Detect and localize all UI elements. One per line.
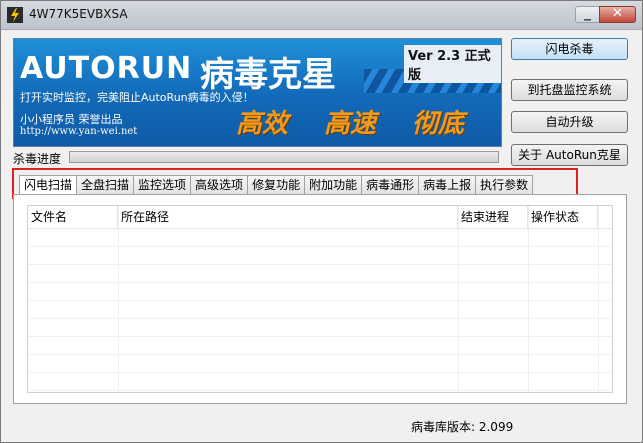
column-divider — [118, 206, 119, 392]
tab-full-scan[interactable]: 全盘扫描 — [76, 175, 135, 195]
column-divider — [598, 206, 599, 392]
tab-panel: 文件名 所在路径 结束进程 操作状态 — [13, 194, 627, 404]
row-divider — [28, 264, 612, 265]
tab-strip: 闪电扫描 全盘扫描 监控选项 高级选项 修复功能 附加功能 病毒通形 病毒上报 … — [19, 175, 534, 195]
main-window: 4W77K5EVBXSA _ ✕ AUTORUN 病毒克星 Ver 2.3 正式… — [0, 0, 643, 443]
tab-advanced-options[interactable]: 高级选项 — [190, 175, 249, 195]
column-header-status[interactable]: 操作状态 — [528, 206, 598, 228]
row-divider — [28, 318, 612, 319]
minimize-button[interactable]: _ — [575, 5, 600, 23]
author-label: 小小程序员 荣誉出品 — [20, 113, 123, 126]
quick-kill-button[interactable]: 闪电杀毒 — [511, 38, 628, 60]
window-title: 4W77K5EVBXSA — [29, 7, 128, 21]
minimize-icon: _ — [584, 5, 591, 21]
app-banner: AUTORUN 病毒克星 Ver 2.3 正式版 打开实时监控，完美阻止Auto… — [13, 38, 502, 147]
auto-update-button[interactable]: 自动升级 — [511, 111, 628, 133]
tab-virus-report[interactable]: 病毒上报 — [418, 175, 477, 195]
title-bar[interactable]: 4W77K5EVBXSA _ ✕ — [1, 1, 642, 30]
about-button[interactable]: 关于 AutoRun克星 — [511, 144, 628, 166]
row-divider — [28, 372, 612, 373]
tagline-thorough: 彻底 — [412, 109, 465, 139]
column-header-filename[interactable]: 文件名 — [28, 206, 118, 228]
row-divider — [28, 300, 612, 301]
banner-slogan: 打开实时监控，完美阻止AutoRun病毒的入侵！ — [20, 91, 254, 104]
virus-db-version: 病毒库版本: 2.099 — [411, 420, 514, 434]
row-divider — [28, 390, 612, 391]
tab-run-params[interactable]: 执行参数 — [475, 175, 534, 195]
tray-monitor-button[interactable]: 到托盘监控系统 — [511, 79, 628, 101]
tab-repair[interactable]: 修复功能 — [247, 175, 306, 195]
row-divider — [28, 354, 612, 355]
column-divider — [528, 206, 529, 392]
column-header-end-process[interactable]: 结束进程 — [458, 206, 528, 228]
tab-quick-scan[interactable]: 闪电扫描 — [19, 175, 78, 195]
close-button[interactable]: ✕ — [599, 6, 636, 23]
logo-text: AUTORUN — [20, 51, 193, 86]
tagline-efficient: 高效 — [236, 109, 289, 139]
row-divider — [28, 282, 612, 283]
scan-results-list[interactable]: 文件名 所在路径 结束进程 操作状态 — [27, 205, 613, 393]
list-header: 文件名 所在路径 结束进程 操作状态 — [28, 206, 612, 229]
column-header-path[interactable]: 所在路径 — [118, 206, 458, 228]
tagline-fast: 高速 — [324, 109, 377, 139]
app-icon — [7, 7, 23, 23]
column-divider — [458, 206, 459, 392]
tab-monitor-options[interactable]: 监控选项 — [133, 175, 192, 195]
tab-extras[interactable]: 附加功能 — [304, 175, 363, 195]
close-icon: ✕ — [612, 6, 623, 21]
scan-progress-bar — [69, 151, 499, 163]
tab-virus-notice[interactable]: 病毒通形 — [361, 175, 420, 195]
row-divider — [28, 246, 612, 247]
website-url: http://www.yan-wei.net — [20, 126, 138, 137]
row-divider — [28, 336, 612, 337]
status-bar: 病毒库版本: 2.099 — [1, 406, 642, 442]
progress-label: 杀毒进度 — [13, 152, 62, 166]
version-label: Ver 2.3 正式版 — [404, 45, 501, 83]
